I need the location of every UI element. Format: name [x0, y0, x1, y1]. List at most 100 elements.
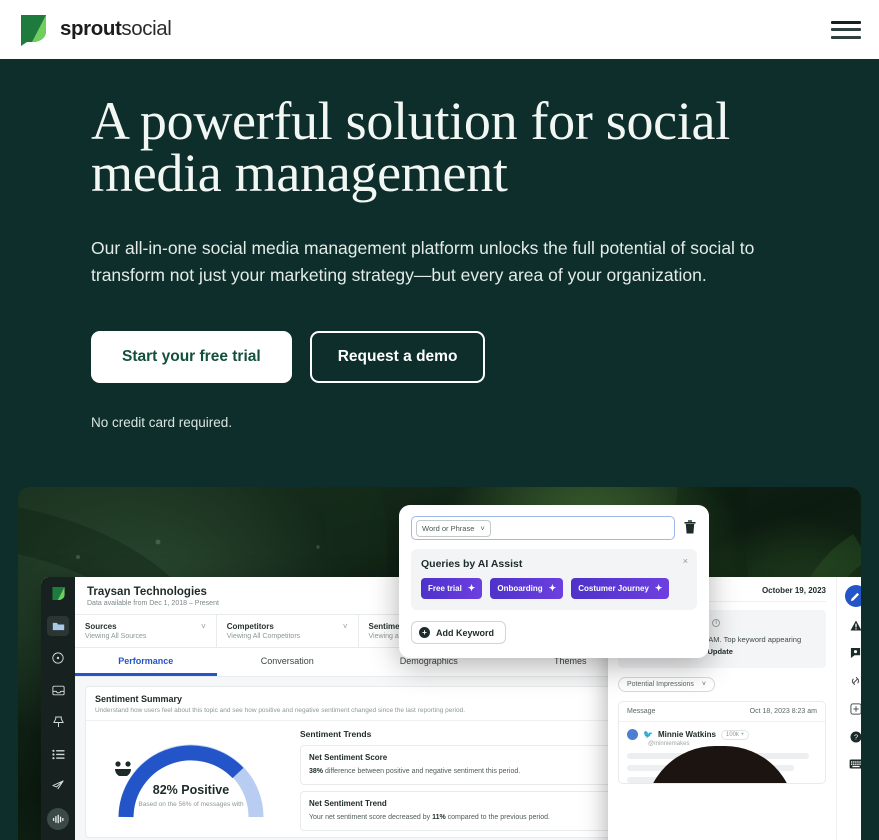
message-card: Message Oct 18, 2023 8:23 am 🐦 Minnie Wa…	[618, 701, 826, 784]
select-value: Word or Phrase	[422, 523, 475, 533]
pulse-icon[interactable]	[47, 808, 69, 830]
sentiment-gauge-column: 82% Positive Based on the 56% of message…	[86, 721, 296, 837]
filter-sources[interactable]: Sources Viewing All Sources ˅	[75, 615, 217, 647]
trend-title: Net Sentiment Trend	[309, 799, 387, 808]
list-icon[interactable]	[47, 744, 69, 764]
card-body: 82% Positive Based on the 56% of message…	[86, 720, 630, 837]
net-sentiment-trend-card: Net Sentiment Trend Your net sentiment s…	[300, 791, 620, 831]
filter-competitors[interactable]: Competitors Viewing All Competitors ˅	[217, 615, 359, 647]
metric-select-value: Potential Impressions	[627, 681, 694, 688]
help-circle-icon[interactable]: ?	[849, 731, 861, 746]
tab-performance[interactable]: Performance	[75, 648, 217, 676]
message-photo	[645, 746, 795, 783]
trend-stat: 38%	[309, 768, 324, 775]
chevron-down-icon: ˅	[701, 681, 707, 688]
product-screenshot: Traysan Technologies Data available from…	[18, 487, 861, 840]
query-chip[interactable]: Onboarding ✦	[490, 578, 564, 599]
message-card-header: Message Oct 18, 2023 8:23 am	[619, 702, 825, 722]
ai-queries-heading: Queries by AI Assist	[421, 558, 523, 570]
sprout-leaf-logo[interactable]	[47, 584, 69, 604]
filter-label: Sources	[85, 622, 117, 631]
brand-light: social	[121, 17, 172, 41]
top-navigation-bar: sproutsocial	[0, 0, 879, 59]
add-keyword-button[interactable]: + Add Keyword	[411, 621, 507, 644]
add-keyword-label: Add Keyword	[436, 627, 495, 638]
plus-icon: ✦	[467, 583, 476, 593]
trash-icon[interactable]	[683, 519, 697, 537]
query-chip[interactable]: Free trial ✦	[421, 578, 483, 599]
sprout-leaf-logo	[18, 13, 49, 46]
author-name: Minnie Watkins	[657, 730, 716, 739]
message-card-body: 🐦 Minnie Watkins 100k + @minniemakes	[619, 722, 825, 783]
dashboard-sidebar-rail	[41, 577, 75, 840]
tab-conversation[interactable]: Conversation	[217, 648, 359, 676]
card-title: Sentiment Summary	[95, 694, 183, 704]
filter-value: Viewing All Competitors	[226, 633, 301, 640]
chip-label: Free trial	[428, 584, 462, 593]
ai-assist-popover: Word or Phrase ˅ Queries by AI Assist × …	[399, 505, 709, 658]
brand-wordmark: sproutsocial	[60, 17, 172, 41]
trend-detail-before: Your net sentiment score decreased by	[309, 814, 433, 821]
compass-icon[interactable]	[47, 648, 69, 668]
message-tag-icon[interactable]	[850, 647, 861, 662]
add-box-icon[interactable]	[849, 703, 861, 718]
keyboard-icon[interactable]	[849, 759, 861, 772]
gauge-value: 82% Positive	[152, 783, 230, 797]
word-or-phrase-select[interactable]: Word or Phrase ˅	[416, 519, 491, 537]
info-icon[interactable]: i	[712, 618, 721, 627]
link-icon[interactable]	[849, 675, 861, 690]
ai-queries-box: Queries by AI Assist × Free trial ✦ Onboa…	[411, 549, 697, 610]
trend-stat: 11%	[432, 814, 446, 821]
trend-text: Your net sentiment score decreased by 11…	[309, 812, 611, 823]
plus-circle-icon: +	[419, 627, 430, 638]
query-chip-list: Free trial ✦ Onboarding ✦ Costumer Journey…	[421, 578, 687, 599]
hero-section: A powerful solution for social media man…	[0, 59, 879, 430]
send-icon[interactable]	[47, 776, 69, 796]
trend-detail: difference between positive and negative…	[323, 768, 521, 775]
sentiment-trends-column: Sentiment Trends Net Sentiment Score 38%…	[296, 721, 630, 837]
chevron-down-icon: ˅	[201, 622, 206, 631]
brand-bold: sprout	[60, 17, 122, 41]
hamburger-menu-icon[interactable]	[831, 19, 861, 41]
keyword-input-row: Word or Phrase ˅	[411, 516, 697, 540]
close-icon[interactable]: ×	[683, 556, 688, 566]
message-label: Message	[627, 708, 656, 715]
author-followers-badge: 100k +	[720, 729, 750, 740]
pin-icon[interactable]	[47, 712, 69, 732]
keyword-input[interactable]: Word or Phrase ˅	[411, 516, 675, 540]
cta-row: Start your free trial Request a demo	[91, 331, 839, 383]
plus-icon: ✦	[654, 583, 663, 593]
chevron-down-icon: ˅	[480, 523, 485, 533]
hero-subtitle: Our all-in-one social media management p…	[91, 238, 755, 285]
svg-text:?: ?	[853, 733, 857, 742]
start-free-trial-button[interactable]: Start your free trial	[91, 331, 292, 383]
chip-label: Onboarding	[497, 584, 543, 593]
alert-triangle-icon[interactable]	[850, 620, 861, 634]
query-chip[interactable]: Costumer Journey ✦	[571, 578, 670, 599]
filter-label: Competitors	[226, 622, 274, 631]
message-timestamp: Oct 18, 2023 8:23 am	[749, 708, 817, 715]
plus-icon: ✦	[548, 583, 557, 593]
sentiment-gauge: 82% Positive Based on the 56% of message…	[112, 731, 270, 818]
trend-text: 38% difference between positive and nega…	[309, 766, 611, 777]
filter-value: Viewing All Sources	[85, 633, 147, 640]
trend-detail-after: compared to the previous period.	[445, 814, 551, 821]
sentiment-summary-card: Sentiment Summary Understand how users f…	[85, 686, 631, 838]
message-author: 🐦 Minnie Watkins 100k +	[627, 729, 817, 740]
avatar	[627, 729, 638, 740]
dashboard-card-area: Sentiment Summary Understand how users f…	[75, 677, 641, 840]
gauge-note: Based on the 56% of messages with	[138, 801, 244, 808]
metric-select[interactable]: Potential Impressions ˅	[618, 677, 716, 692]
twitter-bird-icon: 🐦	[643, 730, 653, 739]
inbox-icon[interactable]	[47, 680, 69, 700]
folder-icon[interactable]	[47, 616, 69, 636]
card-description: Understand how users feel about this top…	[95, 707, 466, 714]
landing-page: sproutsocial A powerful solution for soc…	[0, 0, 879, 840]
net-sentiment-score-card: Net Sentiment Score 38% difference betwe…	[300, 745, 620, 785]
chip-label: Costumer Journey	[578, 584, 649, 593]
brand-logo[interactable]: sproutsocial	[18, 13, 172, 46]
compose-icon[interactable]	[844, 585, 861, 607]
card-header: Sentiment Summary Understand how users f…	[86, 687, 630, 720]
request-demo-button[interactable]: Request a demo	[309, 331, 486, 383]
trends-heading: Sentiment Trends	[300, 729, 372, 739]
